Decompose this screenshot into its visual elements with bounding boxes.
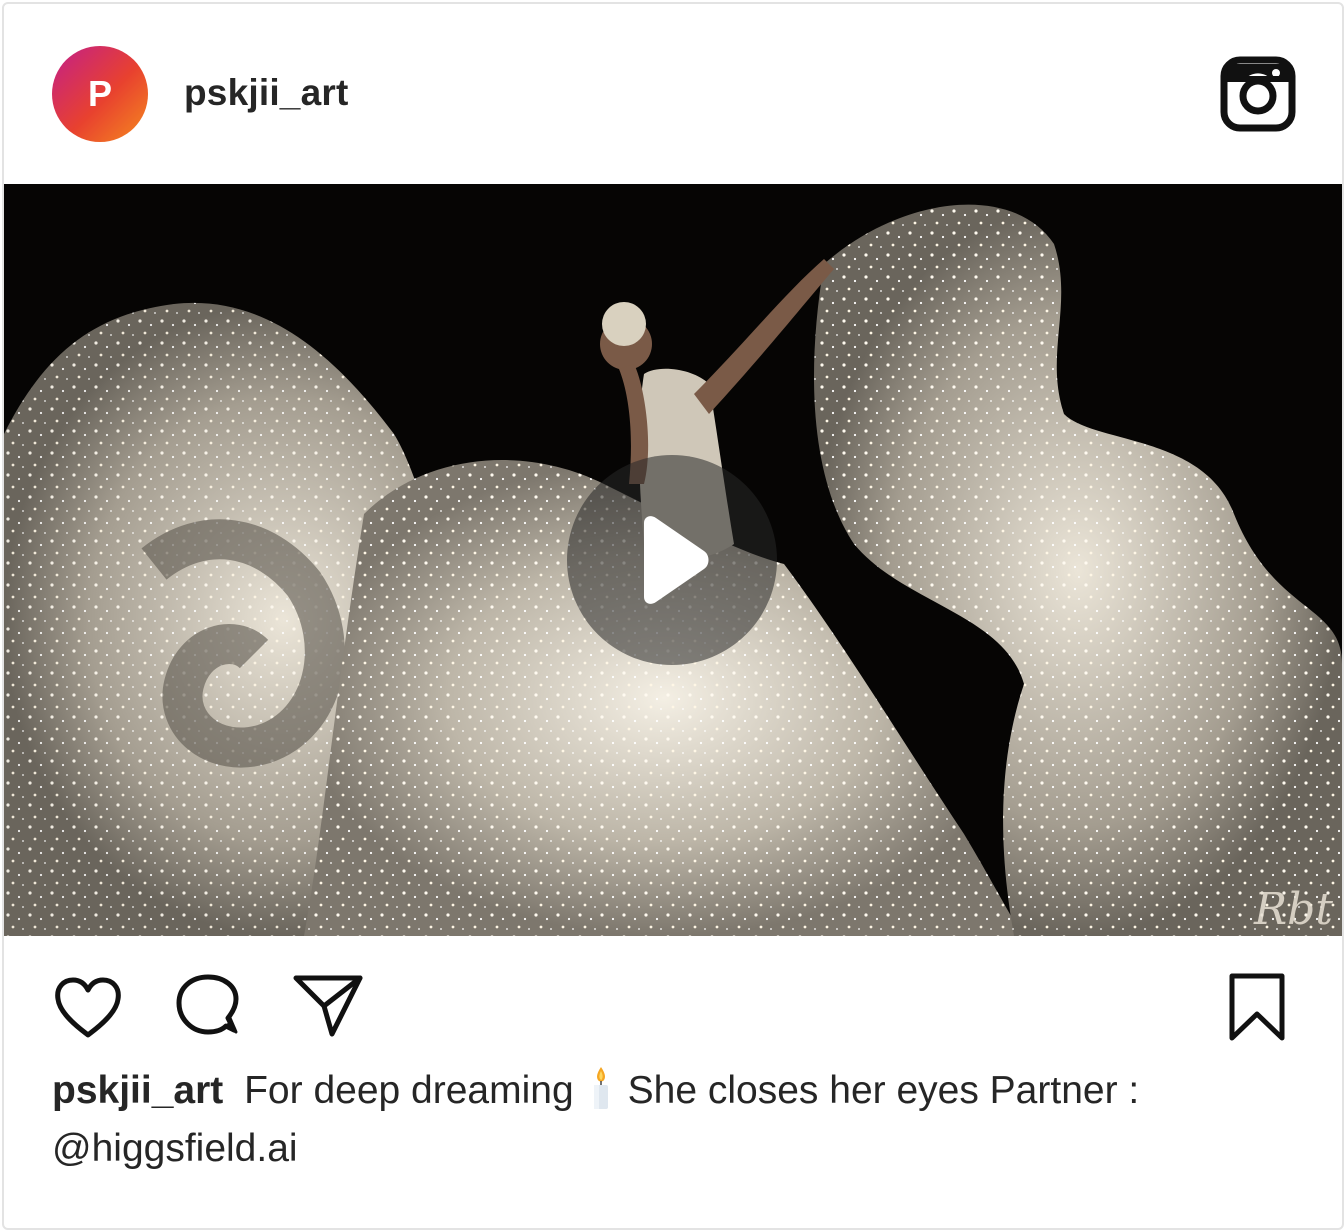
post-header: P pskjii_art (4, 4, 1342, 184)
caption-username[interactable]: pskjii_art (52, 1069, 223, 1112)
post-actions (4, 936, 1342, 1056)
instagram-icon[interactable] (1220, 56, 1296, 132)
avatar[interactable]: P (52, 46, 148, 142)
caption-text-1: For deep dreaming (244, 1069, 574, 1112)
paper-plane-icon[interactable] (292, 972, 364, 1044)
avatar-initial: P (87, 73, 112, 114)
caption-text-2: She closes her eyes Partner : (627, 1069, 1140, 1112)
username-link[interactable]: pskjii_art (184, 72, 348, 114)
caption-mention[interactable]: @higgsfield.ai (52, 1127, 298, 1170)
play-button[interactable] (567, 455, 777, 665)
candle-icon (593, 1067, 608, 1109)
heart-icon[interactable] (52, 972, 124, 1044)
post-caption: pskjii_art For deep dreaming She closes … (52, 1062, 1292, 1178)
bookmark-icon[interactable] (1224, 972, 1290, 1044)
comment-bubble-icon[interactable] (172, 972, 244, 1044)
media-watermark: Rbt (1253, 884, 1333, 935)
post-card: P pskjii_art Rbt pskjii_art For deep dre… (2, 2, 1344, 1230)
play-icon (644, 516, 709, 604)
post-media[interactable]: Rbt (4, 184, 1342, 936)
